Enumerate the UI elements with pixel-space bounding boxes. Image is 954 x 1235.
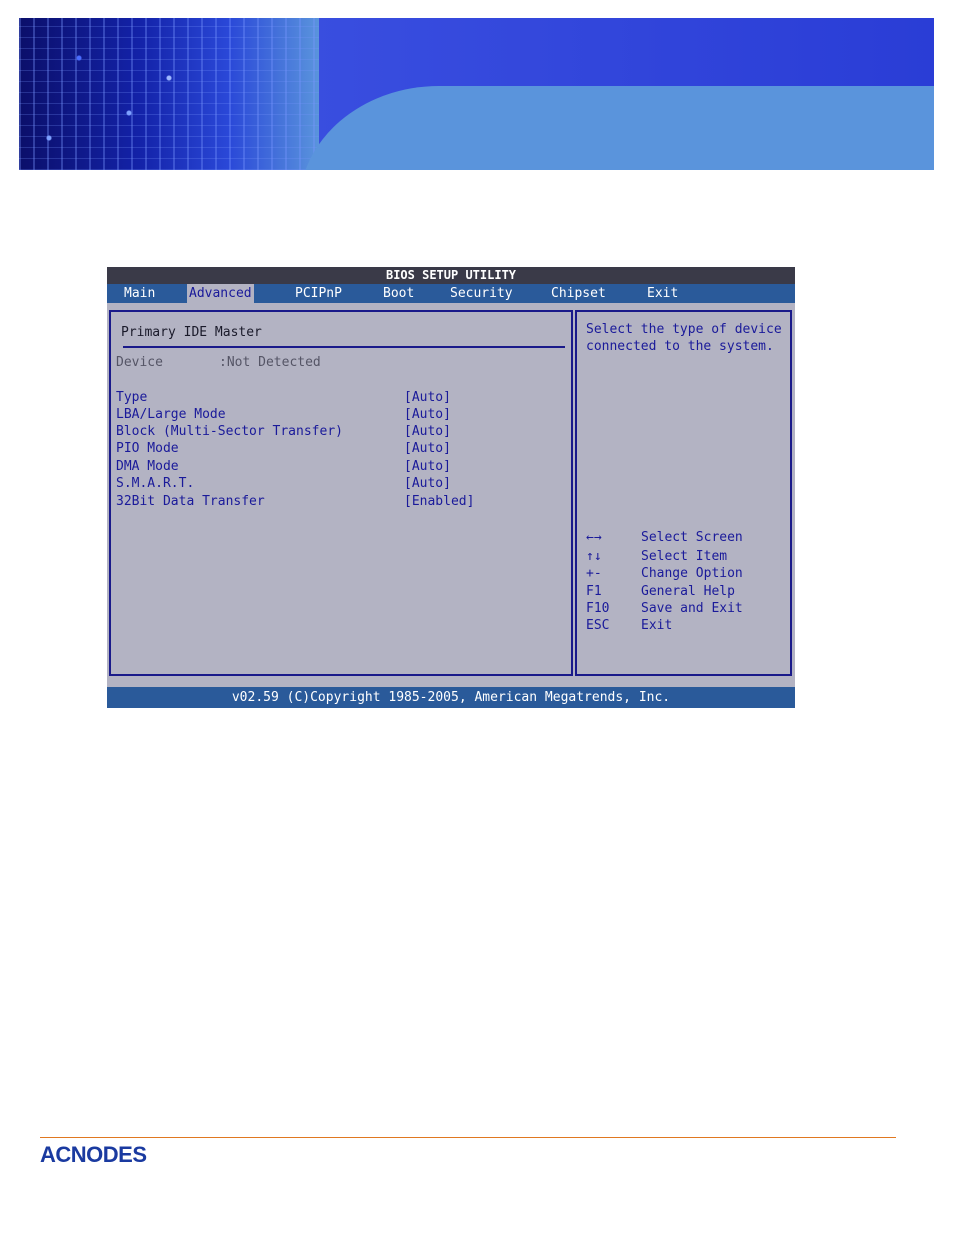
circuit-board-image bbox=[19, 18, 319, 170]
key-f10-desc: Save and Exit bbox=[641, 601, 743, 616]
section-divider bbox=[123, 346, 565, 348]
banner-curve bbox=[299, 86, 934, 170]
setting-pio-value[interactable]: [Auto] bbox=[404, 441, 451, 456]
setting-lba-value[interactable]: [Auto] bbox=[404, 407, 451, 422]
key-esc-desc: Exit bbox=[641, 618, 673, 633]
setting-pio-label[interactable]: PIO Mode bbox=[116, 441, 179, 456]
acnodes-logo: ACNODES bbox=[40, 1142, 147, 1167]
menu-main[interactable]: Main bbox=[122, 284, 157, 303]
settings-panel: Primary IDE Master Device :Not Detected … bbox=[109, 310, 573, 676]
setting-32bit-value[interactable]: [Enabled] bbox=[404, 494, 474, 509]
setting-block-label[interactable]: Block (Multi-Sector Transfer) bbox=[116, 424, 343, 439]
key-arrows-ud: ↑↓ bbox=[586, 549, 602, 564]
menu-security[interactable]: Security bbox=[448, 284, 515, 303]
setting-lba-label[interactable]: LBA/Large Mode bbox=[116, 407, 226, 422]
menu-boot[interactable]: Boot bbox=[381, 284, 416, 303]
setting-type-value[interactable]: [Auto] bbox=[404, 390, 451, 405]
bios-footer: v02.59 (C)Copyright 1985-2005, American … bbox=[107, 687, 795, 708]
help-text: Select the type of device connected to t… bbox=[586, 322, 782, 354]
bios-menu-bar: Main Advanced PCIPnP Boot Security Chips… bbox=[107, 284, 795, 303]
help-panel: Select the type of device connected to t… bbox=[575, 310, 792, 676]
setting-32bit-label[interactable]: 32Bit Data Transfer bbox=[116, 494, 265, 509]
setting-smart-label[interactable]: S.M.A.R.T. bbox=[116, 476, 194, 491]
key-arrows-ud-desc: Select Item bbox=[641, 549, 728, 564]
setting-smart-value[interactable]: [Auto] bbox=[404, 476, 451, 491]
key-arrows-lr-desc: Select Screen bbox=[641, 530, 743, 545]
key-plus-minus: +- bbox=[586, 566, 602, 581]
key-f1-desc: General Help bbox=[641, 584, 735, 599]
menu-advanced[interactable]: Advanced bbox=[187, 284, 254, 303]
section-title: Primary IDE Master bbox=[121, 325, 262, 340]
bios-title: BIOS SETUP UTILITY bbox=[107, 267, 795, 284]
setting-dma-label[interactable]: DMA Mode bbox=[116, 459, 179, 474]
key-f10: F10 bbox=[586, 601, 610, 616]
key-f1: F1 bbox=[586, 584, 602, 599]
menu-pcipnp[interactable]: PCIPnP bbox=[293, 284, 344, 303]
footer-rule bbox=[40, 1137, 896, 1138]
setting-type-label[interactable]: Type bbox=[116, 390, 147, 405]
header-banner bbox=[19, 18, 934, 170]
key-esc: ESC bbox=[586, 618, 610, 633]
key-arrows-lr: ←→ bbox=[586, 530, 602, 545]
setting-dma-value[interactable]: [Auto] bbox=[404, 459, 451, 474]
bios-screen: BIOS SETUP UTILITY Main Advanced PCIPnP … bbox=[107, 267, 795, 708]
setting-block-value[interactable]: [Auto] bbox=[404, 424, 451, 439]
device-label: Device bbox=[116, 355, 163, 370]
key-plus-minus-desc: Change Option bbox=[641, 566, 743, 581]
menu-chipset[interactable]: Chipset bbox=[549, 284, 608, 303]
device-value: :Not Detected bbox=[219, 355, 321, 370]
menu-exit[interactable]: Exit bbox=[645, 284, 680, 303]
